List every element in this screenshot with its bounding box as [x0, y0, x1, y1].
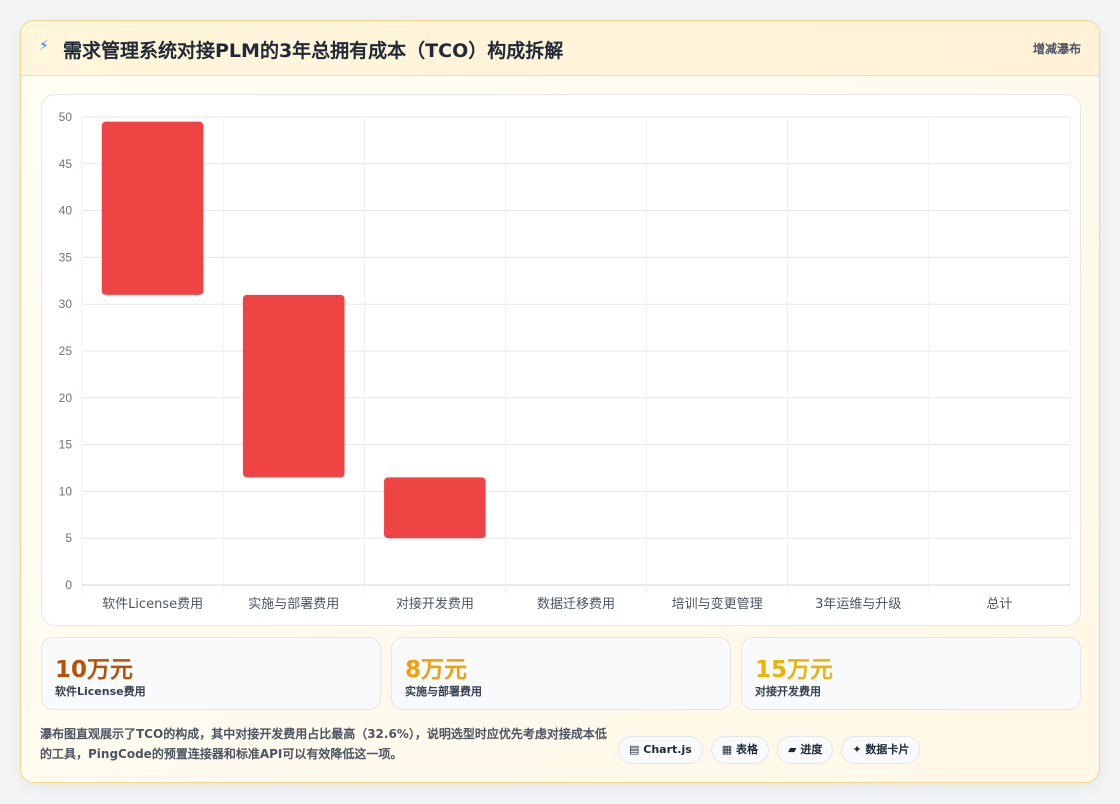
stat-label: 对接开发费用: [755, 685, 821, 698]
tag-label: 进度: [800, 743, 823, 756]
bolt-icon: ⚡: [39, 38, 49, 54]
y-tick-label: 5: [65, 531, 72, 545]
y-tick-label: 10: [59, 484, 73, 498]
progress-icon: ▰: [788, 743, 797, 756]
x-tick-label: 培训与变更管理: [672, 596, 763, 612]
y-tick-label: 50: [59, 110, 73, 124]
tag-chartjs[interactable]: ▤ Chart.js: [618, 736, 703, 764]
stat-value: 8万元: [405, 657, 468, 683]
tag-label: 数据卡片: [865, 743, 910, 756]
stat-card-integration: 15万元 对接开发费用: [741, 637, 1081, 710]
x-tick-label: 实施与部署费用: [248, 597, 339, 612]
tag-list: ▤ Chart.js ▦ 表格 ▰ 进度 ✦ 数据卡片: [618, 736, 921, 764]
chart-type-label: 增减瀑布: [1032, 42, 1081, 56]
y-tick-label: 25: [59, 344, 73, 358]
stat-value: 15万元: [755, 657, 834, 683]
waterfall-bar: [384, 477, 486, 539]
y-tick-label: 0: [65, 578, 72, 592]
tag-label: Chart.js: [643, 743, 692, 756]
x-tick-label: 数据迁移费用: [537, 597, 615, 612]
y-tick-label: 40: [59, 204, 73, 218]
stat-card-license: 10万元 软件License费用: [41, 637, 381, 710]
x-tick-label: 对接开发费用: [396, 596, 474, 612]
tag-progress[interactable]: ▰ 进度: [777, 736, 834, 764]
stat-label: 实施与部署费用: [405, 685, 482, 698]
x-tick-label: 软件License费用: [102, 597, 203, 612]
chart-container: 0 5 10 15 20 25 30 35 40 45 50 软件License费用 实施与部署费用 对接…: [41, 94, 1081, 626]
page-title: 需求管理系统对接PLM的3年总拥有成本（TCO）构成拆解: [63, 40, 564, 62]
x-tick-label: 总计: [986, 597, 1012, 612]
tag-data-card[interactable]: ✦ 数据卡片: [841, 736, 921, 764]
card-icon: ✦: [852, 743, 862, 756]
y-tick-label: 45: [59, 157, 73, 171]
y-tick-label: 35: [59, 250, 73, 264]
waterfall-chart: 0 5 10 15 20 25 30 35 40 45 50 软件License费用 实施与部署费用 对接…: [59, 110, 1071, 612]
stat-value: 10万元: [55, 657, 134, 683]
y-tick-label: 20: [59, 391, 73, 405]
table-icon: ▦: [721, 743, 733, 756]
waterfall-bar: [242, 294, 345, 478]
tag-label: 表格: [736, 743, 759, 756]
stat-label: 软件License费用: [55, 685, 146, 698]
waterfall-bar: [101, 121, 204, 295]
x-tick-label: 3年运维与升级: [815, 597, 901, 612]
y-tick-label: 15: [59, 438, 73, 452]
card-header: ⚡ 需求管理系统对接PLM的3年总拥有成本（TCO）构成拆解 增减瀑布: [21, 21, 1099, 76]
chart-icon: ▤: [629, 743, 640, 756]
chart-note: 瀑布图直观展示了TCO的构成，其中对接开发费用占比最高（32.6%），说明选型时…: [40, 727, 607, 761]
tag-table[interactable]: ▦ 表格: [710, 736, 770, 764]
stat-card-implementation: 8万元 实施与部署费用: [391, 637, 731, 710]
tco-card: ⚡ 需求管理系统对接PLM的3年总拥有成本（TCO）构成拆解 增减瀑布 0 5 10…: [20, 20, 1100, 783]
y-tick-label: 30: [59, 297, 73, 311]
